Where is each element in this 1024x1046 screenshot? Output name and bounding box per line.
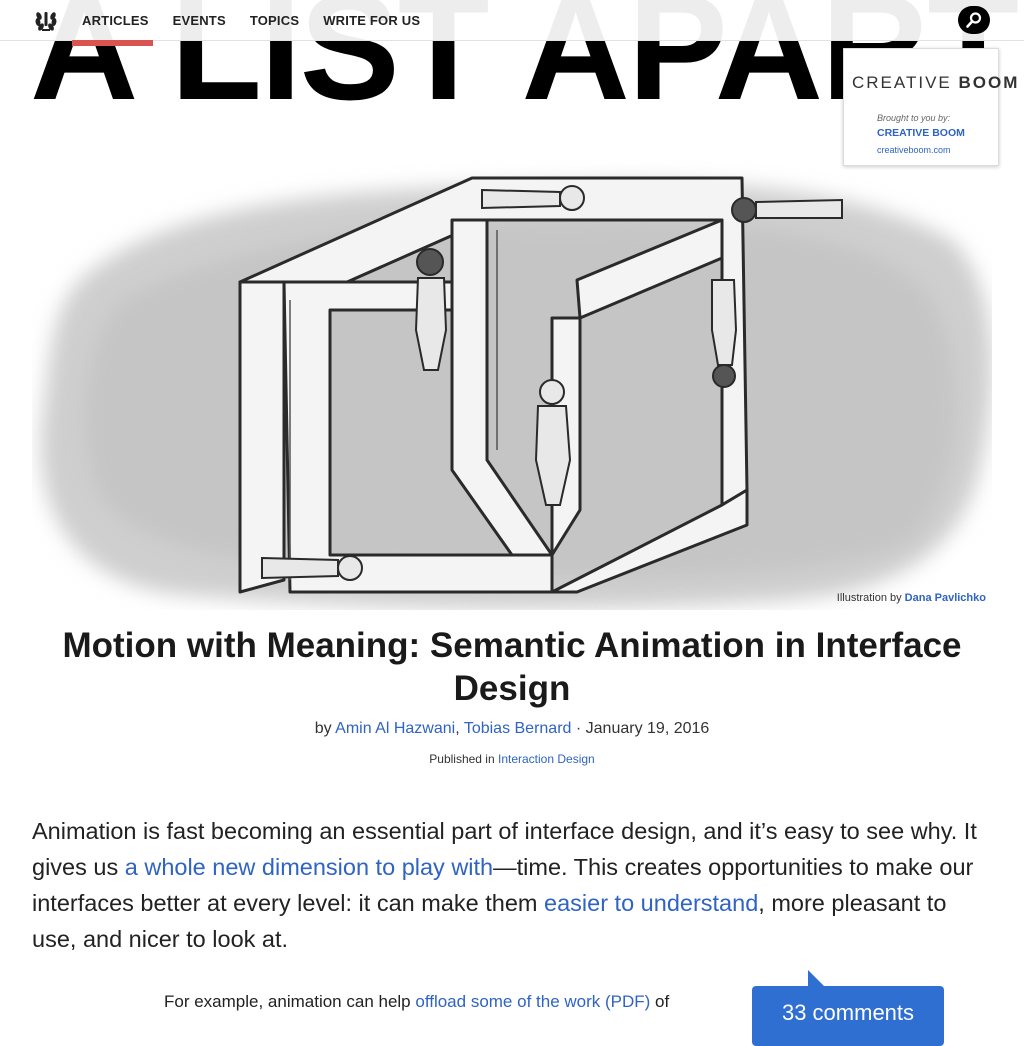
nav-events[interactable]: EVENTS [173, 13, 226, 28]
comments-count: 33 comments [781, 1000, 915, 1025]
main-nav: ARTICLES EVENTS TOPICS WRITE FOR US [82, 0, 444, 40]
comments-button[interactable]: 33 comments [752, 970, 944, 1046]
active-nav-indicator [72, 40, 153, 46]
author-link-2[interactable]: Tobias Bernard [464, 720, 572, 737]
category-link[interactable]: Interaction Design [498, 752, 595, 766]
illustration-credit: Illustration by Dana Pavlichko [836, 592, 986, 604]
article-title: Motion with Meaning: Semantic Animation … [62, 626, 962, 708]
lead-link-easier-to-understand[interactable]: easier to understand [544, 890, 758, 916]
sponsor-brought-by: Brought to you by: [877, 113, 951, 123]
published-in: Published in Interaction Design [429, 752, 595, 766]
lead-link-new-dimension[interactable]: a whole new dimension to play with [125, 854, 493, 880]
search-icon [966, 12, 982, 28]
article-byline: by Amin Al Hazwani, Tobias Bernard · Jan… [314, 720, 710, 737]
nav-write-for-us[interactable]: WRITE FOR US [323, 13, 420, 28]
nav-articles[interactable]: ARTICLES [82, 13, 149, 28]
illustrator-link[interactable]: Dana Pavlichko [905, 592, 986, 604]
laurel-logo-icon[interactable] [33, 8, 59, 32]
sponsor-logo[interactable]: CREATIVE BOOM [852, 73, 1017, 93]
article-lead: Animation is fast becoming an essential … [32, 818, 977, 952]
author-link-1[interactable]: Amin Al Hazwani [335, 720, 455, 737]
search-button[interactable] [958, 6, 990, 34]
body-link-offload-pdf[interactable]: offload some of the work (PDF) [415, 992, 650, 1011]
sponsor-box[interactable]: CREATIVE BOOM Brought to you by: CREATIV… [843, 48, 1017, 166]
top-nav: ARTICLES EVENTS TOPICS WRITE FOR US [0, 0, 1024, 41]
article-body-paragraph: For example, animation can help offload … [164, 992, 670, 1011]
publish-date: · January 19, 2016 [571, 720, 710, 737]
nav-topics[interactable]: TOPICS [250, 13, 299, 28]
sponsor-name-link[interactable]: CREATIVE BOOM [877, 127, 965, 139]
hero-illustration [32, 160, 992, 610]
sponsor-url-link[interactable]: creativeboom.com [877, 145, 951, 155]
